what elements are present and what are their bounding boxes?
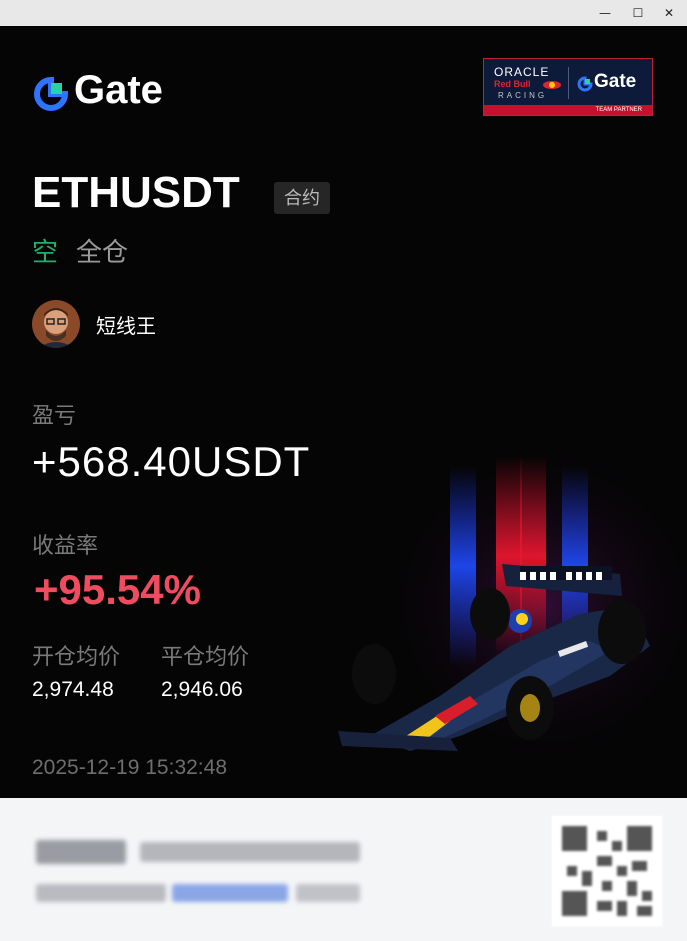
gate-logo-icon: [34, 77, 68, 111]
gate-mini-icon: [577, 76, 593, 92]
position-side: 空: [32, 237, 59, 267]
partner-badge: ORACLE Red Bull RACING Gate TEAM PARTNER: [483, 58, 653, 116]
avatar: [32, 300, 80, 348]
roi-label: 收益率: [32, 533, 99, 558]
team-partner-strip: TEAM PARTNER: [484, 105, 652, 115]
blurred-invite-title: [36, 840, 126, 864]
maximize-icon[interactable]: ☐: [621, 0, 655, 26]
blurred-invite-link: [172, 884, 288, 902]
gate-logo-text: Gate: [74, 68, 163, 112]
timestamp: 2025-12-19 15:32:48: [32, 756, 227, 779]
blurred-invite-code: [140, 842, 360, 862]
close-price-value: 2,946.06: [161, 678, 243, 701]
close-icon[interactable]: ✕: [652, 0, 686, 26]
username: 短线王: [96, 316, 156, 338]
minimize-icon[interactable]: —: [588, 0, 622, 26]
pnl-value: +568.40USDT: [32, 438, 311, 485]
margin-mode: 全仓: [76, 237, 129, 267]
partner-gate-text: Gate: [594, 71, 637, 92]
window-titlebar: — ☐ ✕: [0, 0, 687, 26]
open-price-value: 2,974.48: [32, 678, 114, 701]
close-price-label: 平仓均价: [161, 644, 250, 669]
partner-divider: [568, 67, 569, 99]
open-price-label: 开仓均价: [32, 644, 121, 669]
contract-tag: 合约: [274, 182, 330, 214]
oracle-text: ORACLE: [494, 65, 550, 79]
pnl-label: 盈亏: [32, 403, 77, 428]
bull-icon: [543, 81, 561, 89]
roi-value: +95.54%: [34, 566, 201, 613]
trading-pair: ETHUSDT: [32, 168, 240, 217]
redbull-text: Red Bull: [494, 79, 531, 89]
blurred-invite-suffix: [296, 884, 360, 902]
qr-code: [552, 816, 662, 926]
blurred-invite-text: [36, 884, 166, 902]
f1-car-illustration: [330, 446, 687, 798]
racing-text: RACING: [498, 91, 548, 100]
share-card: Gate ORACLE Red Bull RACING Gate TEAM PA…: [0, 26, 687, 798]
